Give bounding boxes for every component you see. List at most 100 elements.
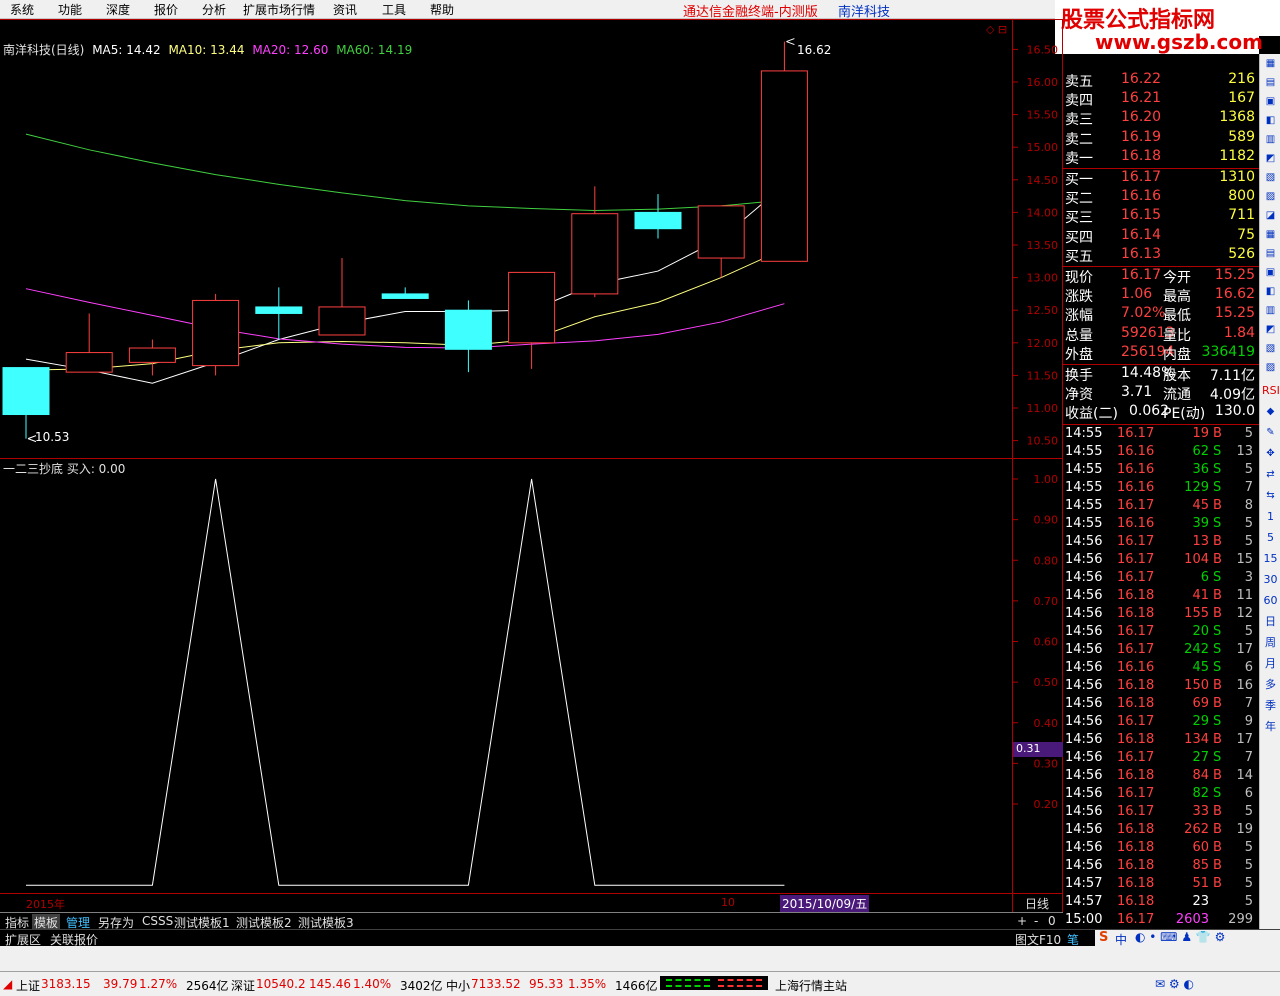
table-icon[interactable]: ▨ <box>1262 189 1279 205</box>
f10-icon[interactable]: ◧ <box>1262 113 1279 129</box>
toolbar-period-2[interactable]: 5 <box>1262 530 1279 546</box>
tick-price: 16.16 <box>1117 479 1155 495</box>
quote-stat-label: 最高 <box>1163 289 1191 306</box>
chart-icon[interactable]: ▧ <box>1262 170 1279 186</box>
period-label[interactable]: 日线 <box>1025 895 1049 912</box>
tick-row: 14:56 16.17 27 S 7 <box>1065 750 1259 768</box>
zoom-out-button[interactable]: - <box>1032 914 1040 928</box>
toolbar-period-7[interactable]: 周 <box>1262 635 1279 651</box>
quote-stat-row: 总量 592613 量比 1.84 <box>1065 325 1259 344</box>
tick-row: 15:00 16.17 2603 299 <box>1065 912 1259 930</box>
chart-area[interactable]: 16.50 16.00 15.50 15.00 14.50 14.00 13.50 13.00… <box>0 19 1063 912</box>
tick-price: 16.18 <box>1117 695 1155 711</box>
menu-item-ext-market[interactable]: 扩展市场行情 <box>243 1 315 18</box>
sector-icon[interactable]: ◩ <box>1262 151 1279 167</box>
minute-icon[interactable]: ▤ <box>1262 75 1279 91</box>
order-book-price: 16.14 <box>1121 226 1162 243</box>
info-icon[interactable]: ▨ <box>1262 360 1279 376</box>
move-icon[interactable]: ✥ <box>1262 446 1279 462</box>
tick-price: 16.18 <box>1117 857 1155 873</box>
tick-volume: 82 <box>1192 785 1209 801</box>
tick-volume: 45 <box>1192 659 1209 675</box>
order-book-sell-row[interactable]: 卖四 16.21 167 <box>1065 90 1259 109</box>
toolbar-period-10[interactable]: 季 <box>1262 698 1279 714</box>
toolbar-period-8[interactable]: 月 <box>1262 656 1279 672</box>
calc-icon[interactable]: ▥ <box>1262 303 1279 319</box>
tick-volume: 85 <box>1192 857 1209 873</box>
draw-icon[interactable]: ◆ <box>1262 404 1279 420</box>
menu-item-analysis[interactable]: 分析 <box>202 1 226 18</box>
tick-price: 16.18 <box>1117 839 1155 855</box>
order-book-sell-row[interactable]: 卖一 16.18 1182 <box>1065 148 1259 167</box>
order-book-buy-row[interactable]: 买五 16.13 526 <box>1065 246 1259 265</box>
tick-direction: B <box>1213 677 1222 693</box>
tick-time: 14:56 <box>1065 839 1103 855</box>
toolbar-period-4[interactable]: 30 <box>1262 572 1279 588</box>
order-book-sell-row[interactable]: 卖二 16.19 589 <box>1065 129 1259 148</box>
tick-count: 11 <box>1236 587 1253 603</box>
fin-icon[interactable]: ◪ <box>1262 208 1279 224</box>
toolbar-period-3[interactable]: 15 <box>1262 551 1279 567</box>
order-book-buy-row[interactable]: 买二 16.16 800 <box>1065 188 1259 207</box>
zoom-in-button[interactable]: + <box>1015 914 1029 928</box>
menu-item-depth[interactable]: 深度 <box>106 1 130 18</box>
tick-row: 14:56 16.17 20 S 5 <box>1065 624 1259 642</box>
tick-direction: S <box>1213 443 1222 459</box>
ticks-icon[interactable]: ▣ <box>1262 94 1279 110</box>
tick-volume: 62 <box>1192 443 1209 459</box>
toolbar-period-11[interactable]: 年 <box>1262 719 1279 735</box>
toolbar-period-6[interactable]: 日 <box>1262 614 1279 630</box>
list-icon[interactable]: ▥ <box>1262 132 1279 148</box>
order-book-buy-row[interactable]: 买三 16.15 711 <box>1065 207 1259 226</box>
order-book-sell-row[interactable]: 卖五 16.22 216 <box>1065 71 1259 90</box>
zoom-reset-button[interactable]: 0 <box>1046 914 1058 928</box>
tick-count: 3 <box>1244 569 1253 585</box>
arrows-icon[interactable]: ⇆ <box>1262 488 1279 504</box>
tick-direction: B <box>1213 803 1222 819</box>
zoom-icon[interactable]: ▧ <box>1262 341 1279 357</box>
tray-icons[interactable]: ✉ ⚙ ◐ <box>1155 977 1194 991</box>
menu-item-help[interactable]: 帮助 <box>430 1 454 18</box>
menu-item-quote[interactable]: 报价 <box>154 1 178 18</box>
toolbar-period-5[interactable]: 60 <box>1262 593 1279 609</box>
tick-time: 14:56 <box>1065 713 1103 729</box>
menu-item-system[interactable]: 系统 <box>10 1 34 18</box>
pen-icon[interactable]: ✎ <box>1262 425 1279 441</box>
fiz-icon[interactable]: ◩ <box>1262 322 1279 338</box>
layout-icon[interactable]: ▦ <box>1262 227 1279 243</box>
order-book-volume: 800 <box>1228 188 1255 205</box>
order-book-buy-row[interactable]: 买一 16.17 1310 <box>1065 169 1259 188</box>
grid-icon[interactable]: ▤ <box>1262 246 1279 262</box>
tick-price: 16.16 <box>1117 515 1155 531</box>
ime-tools-icon[interactable]: ◐ • ⌨ ♟ 👕 ⚙ <box>1135 930 1225 944</box>
tick-count: 5 <box>1244 803 1253 819</box>
server-name[interactable]: 上海行情主站 <box>775 977 847 994</box>
toolbar-period-9[interactable]: 多 <box>1262 677 1279 693</box>
tick-row: 14:55 16.16 39 S 5 <box>1065 516 1259 534</box>
tick-row: 14:56 16.17 6 S 3 <box>1065 570 1259 588</box>
tick-time: 14:56 <box>1065 749 1103 765</box>
menu-item-info[interactable]: 资讯 <box>333 1 357 18</box>
compare-icon[interactable]: ▣ <box>1262 265 1279 281</box>
swap-icon[interactable]: ⇄ <box>1262 467 1279 483</box>
quote-stat-row: 涨幅 7.02% 最低 15.25 <box>1065 305 1259 324</box>
sogou-icon[interactable]: S <box>1099 930 1108 945</box>
quote-stat-label: 最低 <box>1163 308 1191 325</box>
toolbar-period-0[interactable]: RSI <box>1262 383 1280 399</box>
toolbar-period-1[interactable]: 1 <box>1262 509 1279 525</box>
order-book-sell-row[interactable]: 卖三 16.20 1368 <box>1065 109 1259 128</box>
order-book-volume: 526 <box>1228 245 1255 262</box>
search-icon[interactable]: ◧ <box>1262 284 1279 300</box>
tab-csss[interactable]: CSSS <box>140 914 175 928</box>
menu-item-tools[interactable]: 工具 <box>382 1 406 18</box>
kline-icon[interactable]: ▦ <box>1262 56 1279 72</box>
tick-price: 16.18 <box>1117 893 1155 909</box>
chart-options-icon[interactable]: ◇ ⊟ <box>986 23 1007 36</box>
order-book-price: 16.19 <box>1121 128 1162 145</box>
indicator-axis-tick: 0.30 <box>1034 757 1059 770</box>
menu-item-function[interactable]: 功能 <box>58 1 82 18</box>
tick-row: 14:56 16.18 84 B 14 <box>1065 768 1259 786</box>
zx-pct: 1.35% <box>568 977 607 991</box>
order-book-buy-row[interactable]: 买四 16.14 75 <box>1065 227 1259 246</box>
indicator-axis-tick: 0.90 <box>1034 514 1059 527</box>
